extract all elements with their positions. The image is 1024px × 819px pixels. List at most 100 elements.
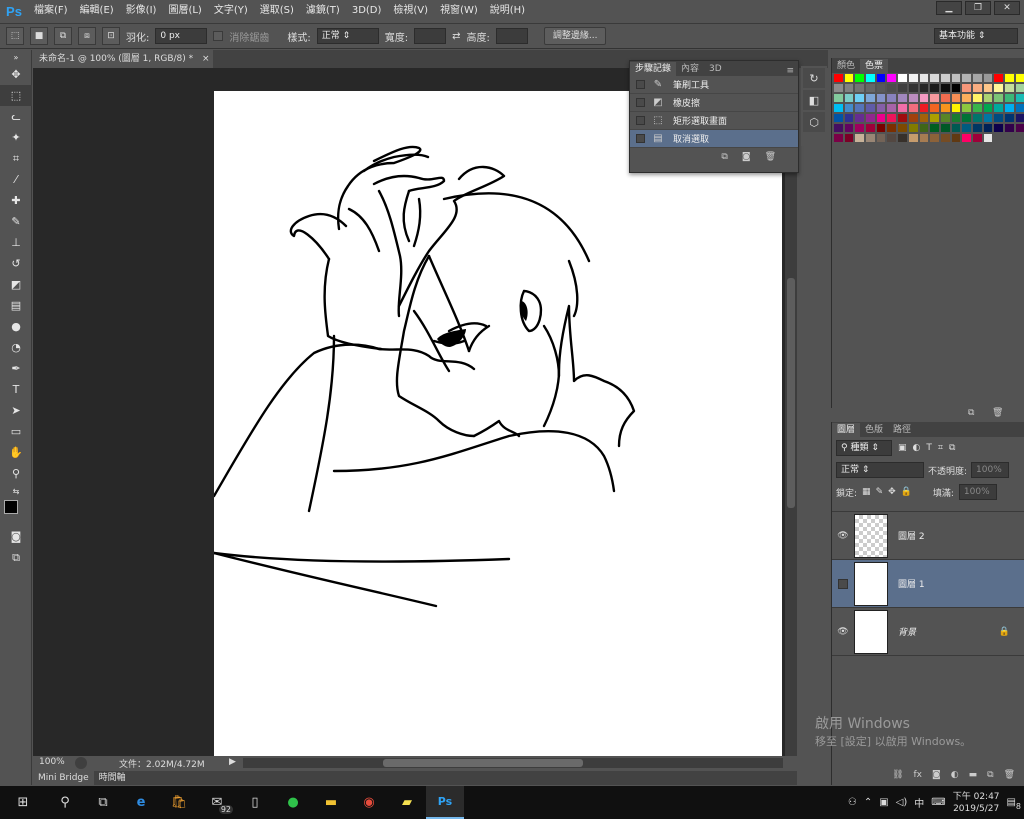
color-swatch[interactable] [834, 134, 843, 142]
color-swatch[interactable] [898, 74, 907, 82]
subtract-selection-icon[interactable]: ⧈ [78, 27, 96, 45]
layer-visibility-eye-icon[interactable]: 👁 [832, 627, 854, 637]
color-swatch[interactable] [940, 124, 950, 132]
color-swatch[interactable] [930, 104, 939, 112]
cube-3d-icon[interactable]: ⬡ [803, 112, 825, 132]
photoshop-taskbar-icon[interactable]: Ps [426, 786, 464, 819]
healing-brush-tool-icon[interactable]: ✚ [0, 190, 32, 211]
feather-input[interactable]: 0 px [155, 28, 208, 44]
color-swatch[interactable] [887, 84, 897, 92]
color-swatch[interactable] [866, 104, 875, 112]
blur-tool-icon[interactable]: ● [0, 316, 32, 337]
color-swatch[interactable] [866, 124, 875, 132]
color-swatch[interactable] [834, 84, 843, 92]
color-swatch[interactable] [834, 124, 843, 132]
color-swatch[interactable] [908, 84, 918, 92]
chrome-browser-icon[interactable]: ◉ [350, 786, 388, 819]
color-swatch[interactable] [994, 104, 1003, 112]
color-swatch[interactable] [972, 114, 982, 122]
filter-pixel-icon[interactable]: ▣ [898, 443, 907, 453]
color-swatch[interactable] [919, 104, 929, 112]
color-swatch[interactable] [951, 94, 961, 102]
history-item[interactable]: ◩ 橡皮擦 [630, 94, 798, 112]
color-swatch[interactable] [962, 94, 971, 102]
antialias-checkbox[interactable] [213, 31, 224, 41]
color-swatch[interactable] [898, 84, 907, 92]
layer-name[interactable]: 圖層 2 [898, 529, 925, 542]
new-layer-icon[interactable]: ⧉ [987, 770, 993, 785]
color-swatch[interactable] [898, 114, 907, 122]
restore-button[interactable]: ❐ [965, 1, 991, 15]
color-swatch[interactable] [994, 84, 1003, 92]
color-swatch[interactable] [834, 114, 843, 122]
color-swatch[interactable] [834, 94, 843, 102]
people-icon[interactable]: ⚇ [848, 797, 857, 808]
new-swatch-icon[interactable]: ⧉ [968, 408, 974, 418]
color-swatch[interactable] [876, 84, 886, 92]
layer-style-fx-icon[interactable]: fx [914, 770, 923, 785]
history-source-checkbox[interactable] [636, 116, 645, 125]
color-swatch[interactable] [1015, 124, 1024, 132]
document-close-icon[interactable]: × [202, 54, 210, 64]
tab-channels[interactable]: 色版 [860, 423, 888, 437]
color-swatch[interactable] [898, 94, 907, 102]
color-swatch[interactable] [898, 124, 907, 132]
color-swatch[interactable] [908, 74, 918, 82]
menu-7[interactable]: 3D(D) [346, 0, 388, 22]
screen-mode-icon[interactable]: ⧉ [0, 547, 32, 568]
color-swatch[interactable] [919, 84, 929, 92]
color-swatch[interactable] [972, 74, 982, 82]
foreground-color-swatch[interactable] [4, 500, 18, 514]
filter-shape-icon[interactable]: ⌗ [938, 443, 943, 453]
clone-stamp-tool-icon[interactable]: ⊥ [0, 232, 32, 253]
intersect-selection-icon[interactable]: ⊡ [102, 27, 120, 45]
menu-6[interactable]: 濾鏡(T) [300, 0, 346, 22]
color-swatch[interactable] [834, 104, 843, 112]
mail-icon[interactable]: ✉ 92 [198, 786, 236, 819]
color-swatch[interactable] [962, 124, 971, 132]
color-swatch[interactable] [930, 114, 939, 122]
brush-tool-icon[interactable]: ✎ [0, 211, 32, 232]
menu-8[interactable]: 檢視(V) [387, 0, 434, 22]
history-source-checkbox[interactable] [636, 80, 645, 89]
keyboard-icon[interactable]: ⌨ [931, 797, 945, 808]
notification-center-icon[interactable]: ▤ 8 [1007, 797, 1021, 811]
history-brush-tool-icon[interactable]: ↺ [0, 253, 32, 274]
color-swatch[interactable] [908, 94, 918, 102]
color-swatch[interactable] [919, 94, 929, 102]
color-swatch[interactable] [876, 94, 886, 102]
color-swatch[interactable] [983, 74, 993, 82]
adjustments-icon[interactable]: ◧ [803, 90, 825, 110]
style-select[interactable]: 正常 ⇕ [316, 28, 379, 44]
color-swatch[interactable] [1015, 114, 1024, 122]
color-swatch[interactable] [940, 134, 950, 142]
gradient-tool-icon[interactable]: ▤ [0, 295, 32, 316]
menu-0[interactable]: 檔案(F) [28, 0, 74, 22]
edge-browser-icon[interactable]: e [122, 786, 160, 819]
color-swatch[interactable] [951, 124, 961, 132]
color-swatch[interactable] [898, 134, 907, 142]
search-icon[interactable]: ⚲ [46, 786, 84, 819]
history-source-checkbox[interactable] [636, 98, 645, 107]
color-swatch[interactable] [951, 134, 961, 142]
hand-tool-icon[interactable]: ✋ [0, 442, 32, 463]
history-source-checkbox[interactable] [636, 134, 645, 143]
color-swatch[interactable] [919, 134, 929, 142]
color-swatch[interactable] [951, 114, 961, 122]
filter-adjustment-icon[interactable]: ◐ [913, 443, 921, 453]
color-swatch[interactable] [844, 114, 854, 122]
move-tool-icon[interactable]: ✥ [0, 64, 32, 85]
clock[interactable]: 下午 02:47 2019/5/27 [953, 791, 1000, 815]
tray-expand-chevron-icon[interactable]: ⌃ [864, 797, 872, 808]
color-swatch[interactable] [844, 94, 854, 102]
color-swatch[interactable] [972, 84, 982, 92]
menu-5[interactable]: 選取(S) [254, 0, 300, 22]
rectangular-marquee-tool-icon[interactable]: ⬚ [0, 85, 32, 106]
color-swatch[interactable] [844, 124, 854, 132]
color-swatch[interactable] [876, 114, 886, 122]
color-swatch[interactable] [898, 104, 907, 112]
color-swatch[interactable] [951, 104, 961, 112]
color-swatch[interactable] [887, 134, 897, 142]
timeline-tab[interactable]: 時間軸 [94, 771, 131, 785]
tools-collapse-icon[interactable]: » [0, 50, 32, 64]
